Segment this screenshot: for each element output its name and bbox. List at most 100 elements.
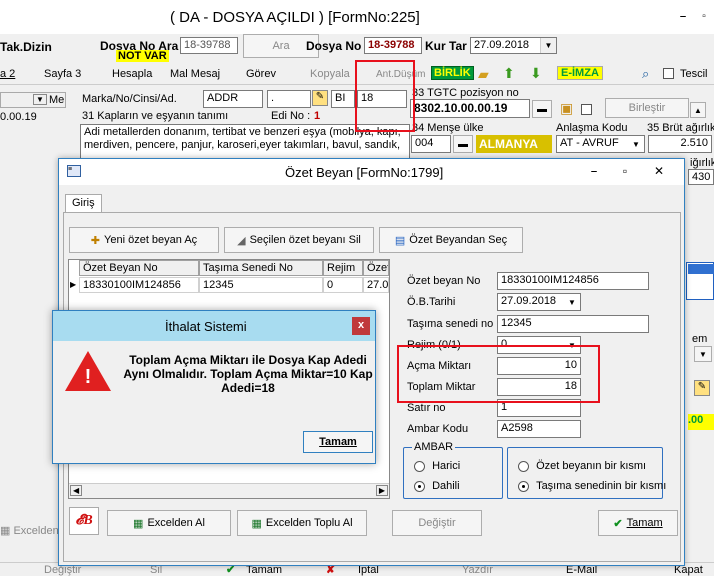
harici-radio[interactable]: Harici	[414, 460, 460, 472]
kur-tar-select[interactable]: 27.09.2018 ▼	[470, 37, 557, 54]
brut-label: 35 Brüt ağırlık	[647, 122, 714, 134]
sil-ozet-button[interactable]: ◢ Seçilen özet beyanı Sil	[224, 227, 374, 253]
eb-logo-icon: 𝓔B	[69, 507, 99, 535]
ozet-maximize-button[interactable]: ▫	[615, 163, 635, 179]
tab-gorev[interactable]: Görev	[246, 68, 276, 80]
dot-input[interactable]: .	[267, 90, 311, 108]
error-dialog: İthalat Sistemi x ! Toplam Açma Miktarı …	[52, 310, 376, 464]
degistir-button[interactable]: Değiştir	[392, 510, 482, 536]
right-scroll-up[interactable]: ▲	[690, 102, 706, 118]
yeni-ozet-button[interactable]: ✚ Yeni özet beyan Aç	[69, 227, 219, 253]
grid-header-ozet-no[interactable]: Özet Beyan No	[79, 260, 199, 276]
grid-header-tasima[interactable]: Taşıma Senedi No	[199, 260, 323, 276]
table-row[interactable]: 0	[323, 277, 363, 293]
ozet-no-input[interactable]: 18330100IM124856	[497, 272, 649, 290]
tab-giris[interactable]: Giriş	[65, 194, 102, 212]
folder-icon[interactable]: ▰	[478, 66, 489, 83]
bi-input[interactable]: BI	[331, 90, 355, 108]
maximize-button[interactable]: ▫	[694, 8, 714, 24]
mense-label: 34 Menşe ülke	[412, 122, 484, 134]
dialog-ok-button[interactable]: Tamam	[303, 431, 373, 453]
gtip-label: 33 TGTC pozisyon no	[412, 87, 519, 99]
tescil-checkbox[interactable]	[663, 68, 674, 79]
tab-sayfa-2[interactable]: a 2	[0, 68, 15, 80]
tasima-kismi-radio[interactable]: Taşıma senedinin bir kısmı	[518, 480, 666, 492]
dialog-title-bar: İthalat Sistemi x	[53, 311, 375, 341]
tab-mal-mesaj[interactable]: Mal Mesaj	[170, 68, 220, 80]
box-icon[interactable]: ▣	[560, 100, 573, 117]
anlasma-select[interactable]: AT - AVRUF ▼	[556, 135, 645, 153]
gtip-input[interactable]: 8302.10.00.00.19	[410, 99, 530, 118]
dahili-radio[interactable]: Dahili	[414, 480, 460, 492]
highlight-box-top	[355, 60, 415, 132]
dialog-title: İthalat Sistemi	[165, 319, 247, 334]
right-edit-icon[interactable]: ✎	[694, 380, 710, 396]
dialog-close-button[interactable]: x	[352, 317, 370, 335]
app-icon: ≡	[67, 165, 81, 177]
table-row[interactable]: 27.09	[363, 277, 389, 293]
excel-icon: ▦	[133, 517, 144, 530]
gtip-checkbox[interactable]	[581, 104, 592, 115]
excelden-toplu-button[interactable]: ▦ Excelden Toplu Al	[237, 510, 367, 536]
ozet-close-button[interactable]: ✕	[649, 163, 669, 179]
birlestir-button[interactable]: Birleştir	[605, 98, 689, 118]
upload-icon[interactable]: ⬆	[503, 65, 515, 82]
grid-header-ozet[interactable]: Özet	[363, 260, 389, 276]
ozet-kismi-radio[interactable]: Özet beyanın bir kısmı	[518, 460, 646, 472]
ambar-group-label: AMBAR	[412, 441, 456, 453]
ambar-kodu-input[interactable]: A2598	[497, 420, 581, 438]
tasima-input[interactable]: 12345	[497, 315, 649, 333]
dosya-no-value: 18-39788	[364, 37, 422, 54]
warning-icon-mark: !	[84, 366, 92, 388]
radio-icon	[518, 480, 529, 492]
minimize-button[interactable]: ‒	[673, 8, 693, 24]
tamam-button[interactable]: ✔ Tamam	[598, 510, 678, 536]
left-grid-header: ▼ Me	[0, 92, 66, 108]
ozet-no-label: Özet beyan No	[407, 275, 481, 287]
excelden-al-button[interactable]: ▦ Excelden Al	[107, 510, 231, 536]
edi-no-value: 1	[314, 110, 321, 122]
brut-input[interactable]: 2.510	[648, 135, 712, 153]
excelden-button-bg[interactable]: ▦ Excelden	[0, 524, 59, 537]
gtip-lookup-button[interactable]: ▬	[532, 100, 552, 118]
edit-icon[interactable]: ✎	[312, 90, 328, 106]
right-dropdown[interactable]: ▼	[694, 346, 712, 362]
chevron-down-icon: ▼	[33, 94, 47, 105]
main-title-bar: ( DA - DOSYA AÇILDI ) [FormNo:225] ‒ ▫	[0, 0, 714, 34]
sec-ozet-button[interactable]: ▤ Özet Beyandan Seç	[379, 227, 523, 253]
search-icon[interactable]: ⌕	[642, 66, 649, 82]
table-row[interactable]: 18330100IM124856	[79, 277, 199, 293]
ob-tarihi-select[interactable]: 27.09.2018 ▼	[497, 293, 581, 311]
check-icon: ✔	[613, 517, 623, 530]
right-label-1: iğırlık	[690, 157, 714, 169]
kur-tar-label: Kur Tar	[425, 39, 467, 53]
ozet-minimize-button[interactable]: ‒	[584, 163, 604, 179]
dosya-no-ara-input[interactable]: 18-39788	[180, 37, 238, 54]
mense-code-input[interactable]: 004	[411, 135, 451, 153]
dosya-no-label: Dosya No	[306, 39, 362, 53]
tasima-label: Taşıma senedi no	[407, 318, 494, 330]
satir-label: Satır no	[407, 402, 446, 414]
addr-input[interactable]: ADDR	[203, 90, 263, 108]
scroll-right-icon[interactable]: ▶	[375, 485, 388, 496]
scroll-left-icon[interactable]: ◀	[70, 485, 83, 496]
left-col-label: Me	[49, 94, 65, 106]
mense-lookup-button[interactable]: ▬	[453, 135, 473, 153]
anlasma-label: Anlaşma Kodu	[556, 122, 628, 134]
right-text: em	[692, 333, 708, 345]
tab-sayfa-3[interactable]: Sayfa 3	[44, 68, 81, 80]
grid-scrollbar[interactable]: ◀ ▶	[69, 483, 389, 498]
tab-kopyala[interactable]: Kopyala	[310, 68, 350, 80]
birlik-badge[interactable]: BİRLİK	[431, 66, 474, 80]
main-title: ( DA - DOSYA AÇILDI ) [FormNo:225]	[170, 9, 420, 26]
e-imza-badge[interactable]: E-İMZA	[557, 66, 603, 80]
download-icon[interactable]: ⬇	[530, 65, 542, 82]
ambar-group: AMBAR Harici Dahili	[403, 441, 503, 499]
table-row[interactable]: 12345	[199, 277, 323, 293]
ozet-title: Özet Beyan [FormNo:1799]	[285, 165, 444, 180]
grid-header-rejim[interactable]: Rejim	[323, 260, 363, 276]
tab-hesapla[interactable]: Hesapla	[112, 68, 152, 80]
open-book-icon: ▤	[394, 234, 406, 247]
dialog-message: Toplam Açma Miktarı ile Dosya Kap Adedi …	[123, 353, 373, 395]
ob-tarihi-label: Ö.B.Tarihi	[407, 296, 456, 308]
